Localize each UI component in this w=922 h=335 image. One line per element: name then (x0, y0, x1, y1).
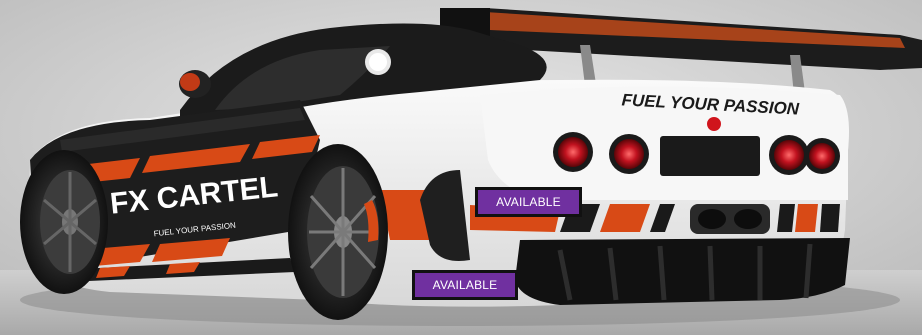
availability-badge: AVAILABLE (475, 187, 582, 217)
rear-wheel (288, 144, 388, 320)
exhaust-pipes (690, 204, 770, 234)
car-photo: FUEL YOUR PASSION FX CARTEL FUEL YOUR PA… (0, 0, 922, 335)
front-wheel (20, 150, 108, 294)
availability-badge: AVAILABLE (412, 270, 518, 300)
